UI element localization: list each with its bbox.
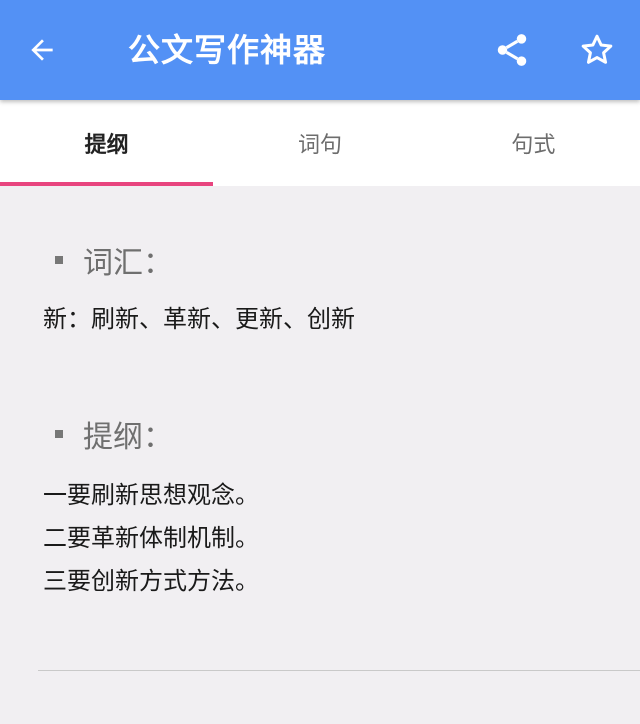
outline-line-2: 二要革新体制机制。 [43, 524, 259, 552]
star-outline-icon [581, 34, 613, 64]
favorite-button[interactable] [573, 26, 621, 74]
vocab-heading: 词汇： [55, 238, 173, 282]
content-area: 词汇： 新：刷新、革新、更新、创新 提纲： 一要刷新思想观念。 二要革新体制机制… [0, 186, 640, 724]
outline-line-3: 三要创新方式方法。 [43, 567, 259, 595]
app-title: 公文写作神器 [128, 31, 327, 69]
square-bullet-icon [55, 430, 63, 438]
share-icon [497, 34, 527, 66]
square-bullet-icon [55, 256, 63, 264]
vocab-line: 新：刷新、革新、更新、创新 [43, 305, 355, 333]
content-divider [38, 670, 640, 671]
back-button[interactable] [18, 26, 66, 74]
outline-heading-text: 提纲： [83, 420, 173, 455]
vocab-heading-text: 词汇： [83, 246, 173, 281]
share-button[interactable] [488, 26, 536, 74]
outline-heading: 提纲： [55, 412, 173, 456]
tab-phrases[interactable]: 词句 [213, 100, 426, 186]
outline-line-1: 一要刷新思想观念。 [43, 481, 259, 509]
tab-sentence-patterns[interactable]: 句式 [427, 100, 640, 186]
tab-outline[interactable]: 提纲 [0, 100, 214, 186]
tab-bar: 提纲 词句 句式 [0, 100, 640, 186]
arrow-left-icon [31, 39, 53, 61]
top-app-bar: 公文写作神器 [0, 0, 640, 100]
app-screen: 公文写作神器 提纲 词句 句式 词汇： 新：刷新、革新、更新、创新 提纲： 一要… [0, 0, 640, 724]
